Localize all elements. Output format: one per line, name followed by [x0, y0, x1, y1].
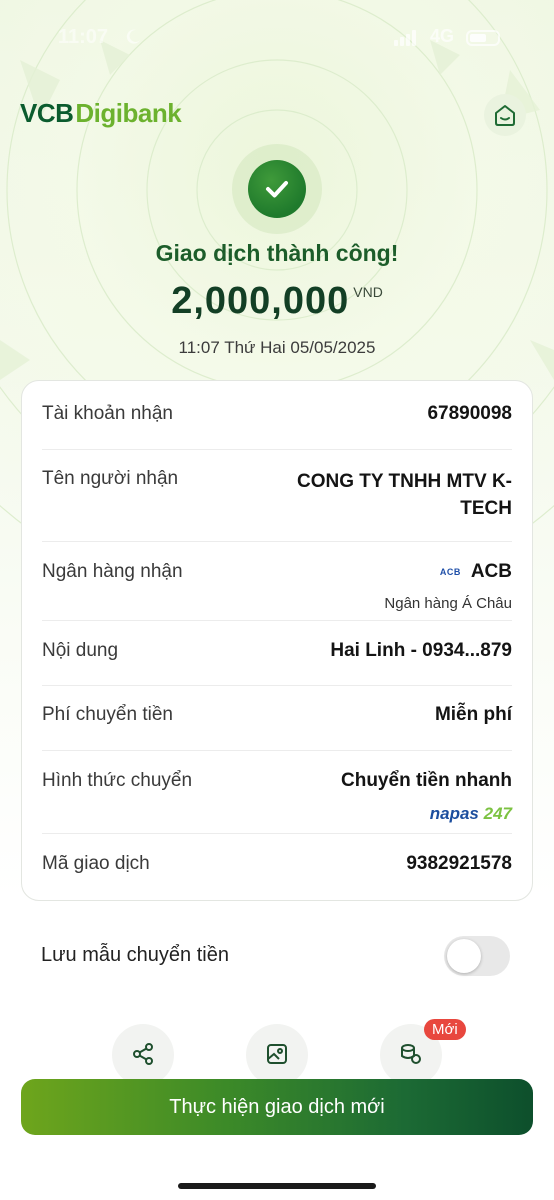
home-button[interactable] — [484, 94, 526, 136]
share-icon — [133, 1043, 153, 1065]
account-label: Tài khoản nhận — [42, 403, 173, 424]
status-bar: 11:07 4G — [0, 24, 554, 54]
new-transaction-button[interactable]: Thực hiện giao dịch mới — [21, 1079, 533, 1135]
bank-label: Ngân hàng nhận — [42, 561, 183, 582]
save-template-label: Lưu mẫu chuyển tiền — [41, 944, 229, 966]
save-image-action-button[interactable] — [246, 1024, 308, 1086]
napas-text: napas — [429, 804, 479, 823]
new-badge: Mới — [424, 1019, 466, 1040]
method-value: Chuyển tiền nhanh — [341, 770, 512, 791]
bank-code: ACB — [470, 561, 512, 582]
share-action-button[interactable] — [112, 1024, 174, 1086]
recipient-line-2: TECH — [460, 498, 512, 519]
amount-value: 2,000,000 — [171, 280, 350, 322]
home-icon — [495, 105, 515, 126]
divider — [42, 833, 512, 834]
fee-value: Miễn phí — [434, 704, 512, 725]
recipient-value: CONG TY TNHH MTV K- TECH — [297, 468, 512, 522]
success-check-icon — [248, 160, 306, 218]
divider — [42, 449, 512, 450]
fee-label: Phí chuyển tiền — [42, 704, 173, 725]
vcb-digibank-logo: VCBDigibank — [20, 98, 182, 129]
battery-icon — [466, 30, 500, 46]
success-title: Giao dịch thành công! — [155, 240, 399, 266]
divider — [42, 541, 512, 542]
divider — [42, 750, 512, 751]
divider — [42, 685, 512, 686]
home-indicator — [178, 1183, 376, 1189]
focus-moon-icon — [126, 29, 140, 44]
transfer-amount: 2,000,000 VND — [0, 280, 554, 323]
transaction-datetime: 11:07 Thứ Hai 05/05/2025 — [178, 338, 376, 357]
recipient-line-1: CONG TY TNHH MTV K- — [297, 471, 512, 492]
transaction-id-value: 9382921578 — [406, 853, 512, 874]
bank-value: ACB ACB — [440, 561, 512, 583]
divider — [42, 620, 512, 621]
logo-vcb-text: VCB — [20, 98, 74, 128]
logo-digibank-text: Digibank — [75, 98, 182, 128]
signal-icon — [394, 30, 416, 46]
recipient-label: Tên người nhận — [42, 468, 179, 489]
coins-icon — [401, 1044, 421, 1064]
bank-full-name: Ngân hàng Á Châu — [384, 595, 512, 612]
save-template-toggle[interactable] — [444, 936, 510, 976]
method-label: Hình thức chuyển — [42, 770, 193, 791]
transaction-id-label: Mã giao dịch — [42, 853, 150, 874]
image-icon — [267, 1044, 287, 1064]
napas-247-text: 247 — [483, 804, 512, 823]
napas247-logo: napas 247 — [430, 804, 512, 824]
transaction-details-card: Tài khoản nhận 67890098 Tên người nhận C… — [21, 380, 533, 901]
acb-logo: ACB — [439, 567, 461, 577]
amount-currency: VND — [353, 284, 383, 300]
toggle-knob — [447, 939, 481, 973]
status-time: 11:07 — [58, 26, 109, 48]
account-value: 67890098 — [427, 403, 512, 424]
content-label: Nội dung — [42, 640, 119, 661]
content-value: Hai Linh - 0934...879 — [330, 640, 512, 661]
network-type: 4G — [430, 26, 455, 46]
